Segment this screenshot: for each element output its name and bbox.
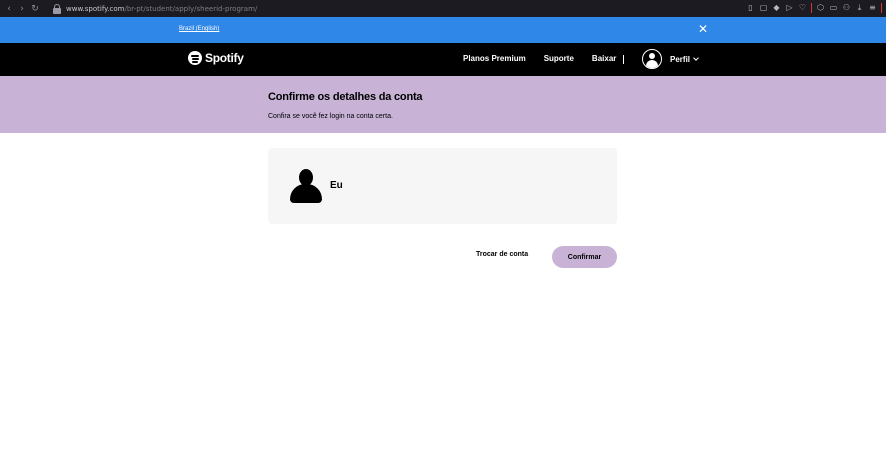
lock-icon	[53, 3, 61, 14]
close-icon[interactable]: ✕	[697, 22, 709, 36]
locale-link[interactable]: Brazil (English)	[179, 26, 219, 32]
switch-account-button[interactable]: Trocar de conta	[476, 251, 528, 258]
profile-label: Perfil	[670, 54, 691, 64]
url-host: www.spotify.com	[66, 4, 125, 13]
spotify-logo[interactable]: Spotify	[188, 51, 244, 65]
reader-view-icon[interactable]: ▢	[759, 2, 768, 13]
toolbar-divider	[881, 2, 882, 13]
wallet-icon[interactable]: ▭	[829, 2, 838, 13]
account-icon[interactable]: ⚇	[842, 2, 851, 13]
toolbar-divider	[811, 2, 812, 13]
browser-toolbar: ‹ › ↻ www.spotify.com/br-pt/student/appl…	[0, 0, 886, 17]
confirm-button[interactable]: Confirmar	[552, 246, 617, 268]
nav-divider	[623, 55, 624, 64]
shield-icon[interactable]: ◆	[772, 2, 781, 13]
heart-icon[interactable]: ♡	[798, 2, 807, 13]
nav-support[interactable]: Suporte	[544, 54, 574, 63]
locale-banner: Brazil (English) ✕	[0, 17, 886, 43]
nav-premium-plans[interactable]: Planos Premium	[463, 54, 526, 63]
reload-icon[interactable]: ↻	[29, 3, 41, 15]
user-icon	[289, 169, 323, 203]
extensions-icon[interactable]: ⬡	[816, 2, 825, 13]
spotify-logo-icon	[188, 51, 202, 65]
profile-menu[interactable]: Perfil	[642, 49, 699, 69]
bookmark-icon[interactable]: ▯	[746, 2, 755, 13]
account-card: Eu	[268, 148, 617, 224]
hero-section: Confirme os detalhes da conta Confira se…	[0, 76, 886, 133]
site-header: Spotify Planos Premium Suporte Baixar Pe…	[0, 43, 886, 76]
back-icon[interactable]: ‹	[3, 3, 15, 15]
chevron-down-icon	[693, 55, 699, 61]
forward-icon[interactable]: ›	[16, 3, 28, 15]
main-nav: Planos Premium Suporte Baixar	[463, 54, 616, 63]
nav-download[interactable]: Baixar	[592, 54, 616, 63]
downloads-icon[interactable]: ⤓	[855, 2, 864, 13]
play-icon[interactable]: ▷	[785, 2, 794, 13]
menu-icon[interactable]: ≡	[868, 2, 877, 13]
account-name: Eu	[330, 180, 343, 191]
avatar-icon	[642, 49, 662, 69]
url-path: /br-pt/student/apply/sheerid-program/	[124, 4, 258, 13]
address-bar[interactable]: www.spotify.com/br-pt/student/apply/shee…	[66, 5, 257, 13]
page-title: Confirme os detalhes da conta	[268, 91, 423, 103]
page-subtitle: Confira se você fez login na conta certa…	[268, 113, 393, 120]
logo-text: Spotify	[205, 51, 244, 65]
